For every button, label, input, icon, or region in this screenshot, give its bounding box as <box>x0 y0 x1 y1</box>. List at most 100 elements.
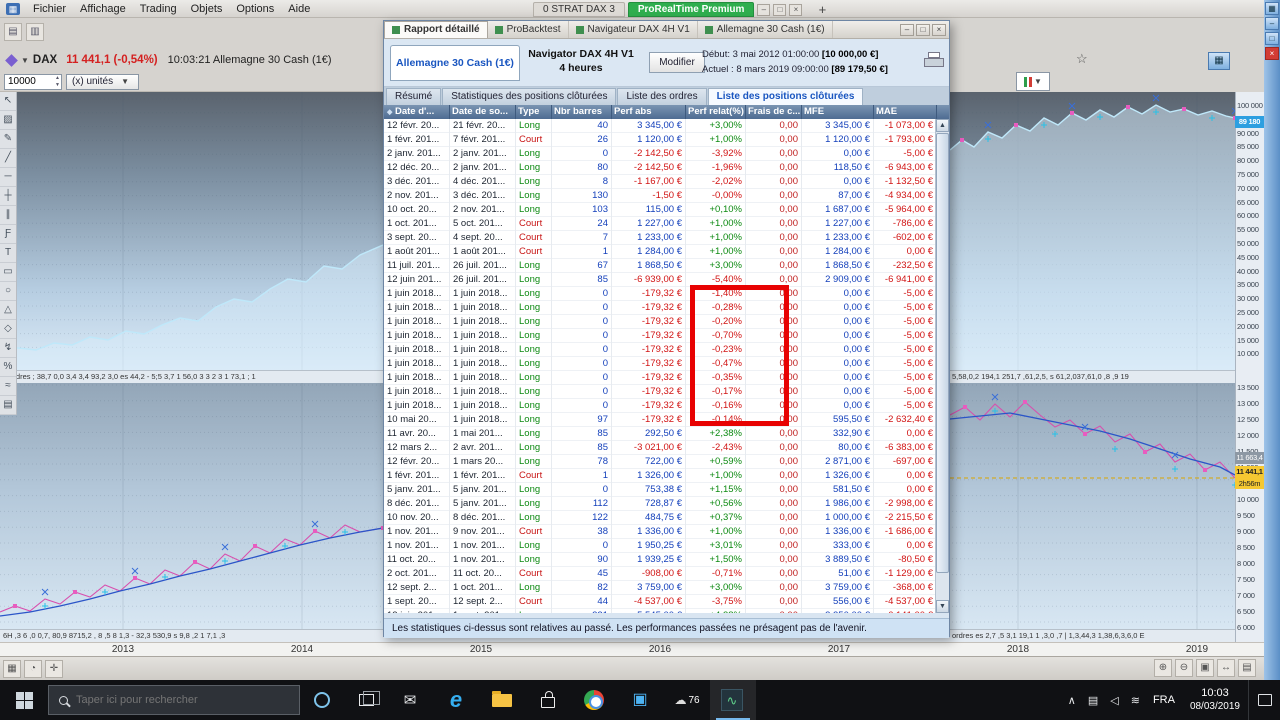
column-header[interactable]: Date d'... <box>384 105 450 119</box>
tray-icon[interactable]: ▤ <box>1082 694 1104 707</box>
table-header[interactable]: ◆ Date d'... Date de so... Type Nbr barres P… <box>384 105 949 119</box>
table-row[interactable]: 12 mars 2... 2 avr. 201... Long 85 -3 02… <box>384 441 937 455</box>
drawing-tool-icon[interactable]: ╱ <box>0 149 16 168</box>
tray-icon[interactable]: ≋ <box>1125 694 1146 707</box>
unit-select[interactable]: (x) unités ▼ <box>66 73 140 90</box>
table-row[interactable]: 1 févr. 201... 7 févr. 201... Court 26 1… <box>384 133 937 147</box>
dialog-title-tab[interactable]: Rapport détaillé <box>384 21 488 38</box>
table-scrollbar[interactable]: ▲ ▼ <box>935 119 949 613</box>
task-view-button[interactable] <box>344 680 388 720</box>
table-row[interactable]: 3 sept. 20... 4 sept. 20... Court 7 1 23… <box>384 231 937 245</box>
window-control-button[interactable]: ▦ <box>1265 2 1279 15</box>
scrollbar-thumb[interactable] <box>936 133 949 573</box>
report-tab[interactable]: Résumé <box>386 88 442 105</box>
table-row[interactable]: 1 févr. 201... 1 févr. 201... Court 1 1 … <box>384 469 937 483</box>
scroll-up-button[interactable]: ▲ <box>936 119 949 132</box>
table-row[interactable]: 5 janv. 201... 5 janv. 201... Long 0 753… <box>384 483 937 497</box>
table-row[interactable]: 1 nov. 201... 1 nov. 201... Long 0 1 950… <box>384 539 937 553</box>
table-row[interactable]: 10 mai 20... 1 juin 2018... Long 97 -179… <box>384 413 937 427</box>
drawing-tool-icon[interactable]: ┼ <box>0 187 16 206</box>
taskbar-app-icon[interactable]: ∿ <box>710 680 756 720</box>
instrument-symbol[interactable]: DAX <box>33 54 57 66</box>
language-indicator[interactable]: FRA <box>1146 694 1182 706</box>
column-header[interactable]: MAE <box>874 105 937 119</box>
instrument-tab[interactable]: Allemagne 30 Cash (1€) <box>390 45 520 81</box>
table-row[interactable]: 1 nov. 201... 9 nov. 201... Court 38 1 3… <box>384 525 937 539</box>
menu-item[interactable]: Fichier <box>26 3 73 15</box>
favorite-star-icon[interactable]: ☆ <box>1076 51 1088 67</box>
table-row[interactable]: 2 janv. 201... 2 janv. 201... Long 0 -2 … <box>384 147 937 161</box>
table-row[interactable]: 3 déc. 201... 4 déc. 201... Long 8 -1 16… <box>384 175 937 189</box>
report-tab[interactable]: Statistiques des positions clôturées <box>442 88 617 105</box>
search-input[interactable] <box>76 694 276 706</box>
taskbar-app-icon[interactable] <box>480 680 526 720</box>
app-icon[interactable]: ▦ <box>6 2 20 15</box>
dialog-titlebar[interactable]: Rapport détaillé ProBacktest Navigateur … <box>384 21 949 39</box>
workspace-tab-inactive[interactable]: 0 STRAT DAX 3 <box>533 2 625 17</box>
table-row[interactable]: 11 juil. 201... 26 juil. 201... Long 67 … <box>384 259 937 273</box>
time-axis[interactable]: 2013 2014 2015 2016 2017 2018 2019 <box>0 642 1264 656</box>
drawing-tool-icon[interactable]: ▭ <box>0 263 16 282</box>
table-row[interactable]: 12 févr. 20... 21 févr. 20... Long 40 3 … <box>384 119 937 133</box>
dialog-window-button[interactable]: □ <box>916 23 930 36</box>
scroll-down-button[interactable]: ▼ <box>936 600 949 613</box>
table-row[interactable]: 1 juin 2018... 1 juin 2018... Long 0 -17… <box>384 301 937 315</box>
drawing-tool-icon[interactable]: ▨ <box>0 111 16 130</box>
zoom-icon[interactable]: ⊕ <box>1154 659 1172 677</box>
column-header[interactable]: Perf abs <box>612 105 686 119</box>
taskbar-app-icon[interactable] <box>572 680 618 720</box>
tray-icon[interactable]: ∧ <box>1062 694 1082 707</box>
taskbar-app-icon[interactable]: ▣ <box>618 680 664 720</box>
zoom-icon[interactable]: ▤ <box>1238 659 1256 677</box>
bottom-toolbar-icon[interactable]: ▦ <box>3 659 21 678</box>
table-row[interactable]: 1 août 201... 1 août 201... Court 1 1 28… <box>384 245 937 259</box>
window-control-button[interactable]: □ <box>1265 32 1279 45</box>
action-center-button[interactable] <box>1248 680 1280 720</box>
bottom-toolbar-icon[interactable]: ◔ <box>24 659 42 678</box>
drawing-tool-icon[interactable]: ○ <box>0 282 16 301</box>
add-tab-button[interactable]: + <box>814 2 830 17</box>
table-row[interactable]: 12 sept. 2... 1 oct. 201... Long 82 3 75… <box>384 581 937 595</box>
taskbar-search[interactable] <box>48 685 300 715</box>
table-row[interactable]: 2 nov. 201... 3 déc. 201... Long 130 -1,… <box>384 189 937 203</box>
dialog-window-button[interactable]: × <box>932 23 946 36</box>
table-row[interactable]: 1 juin 2018... 1 juin 2018... Long 0 -17… <box>384 385 937 399</box>
drawing-tool-icon[interactable]: ◇ <box>0 320 16 339</box>
zoom-icon[interactable]: ↔ <box>1217 659 1235 677</box>
taskbar-app-icon[interactable]: ✉ <box>388 680 434 720</box>
tab-restore-button[interactable]: □ <box>773 3 787 16</box>
zoom-icon[interactable]: ⊖ <box>1175 659 1193 677</box>
table-row[interactable]: 11 oct. 20... 1 nov. 201... Long 90 1 93… <box>384 553 937 567</box>
table-row[interactable]: 1 juin 2018... 1 juin 2018... Long 0 -17… <box>384 399 937 413</box>
dialog-title-tab[interactable]: Allemagne 30 Cash (1€) <box>698 21 833 38</box>
table-row[interactable]: 10 nov. 20... 8 déc. 201... Long 122 484… <box>384 511 937 525</box>
menu-item[interactable]: Objets <box>184 3 230 15</box>
dialog-title-tab[interactable]: Navigateur DAX 4H V1 <box>569 21 698 38</box>
tab-minimize-button[interactable]: – <box>757 3 771 16</box>
drawing-tool-icon[interactable]: T <box>0 244 16 263</box>
table-row[interactable]: 1 juin 2018... 1 juin 2018... Long 0 -17… <box>384 357 937 371</box>
drawing-tool-icon[interactable]: △ <box>0 301 16 320</box>
table-row[interactable]: 1 oct. 201... 5 oct. 201... Court 24 1 2… <box>384 217 937 231</box>
menu-item[interactable]: Aide <box>281 3 317 15</box>
quantity-input[interactable] <box>4 73 62 90</box>
table-row[interactable]: 1 juin 2018... 1 juin 2018... Long 0 -17… <box>384 287 937 301</box>
column-header[interactable]: Frais de c... <box>746 105 802 119</box>
bottom-toolbar-icon[interactable]: ✛ <box>45 659 63 678</box>
chart-type-button[interactable]: ▼ <box>1016 72 1050 91</box>
table-row[interactable]: 1 sept. 20... 12 sept. 2... Court 44 -4 … <box>384 595 937 609</box>
table-row[interactable]: 2 oct. 201... 11 oct. 20... Court 45 -90… <box>384 567 937 581</box>
drawing-tool-icon[interactable]: ─ <box>0 168 16 187</box>
tray-icon[interactable]: ◁ <box>1104 694 1124 707</box>
column-header[interactable]: Perf relat(%) <box>686 105 746 119</box>
column-header[interactable]: Nbr barres <box>552 105 612 119</box>
report-tab[interactable]: Liste des positions clôturées <box>707 88 864 105</box>
workspace-icon[interactable]: ▤ <box>4 23 22 41</box>
table-row[interactable]: 1 juin 2018... 1 juin 2018... Long 0 -17… <box>384 343 937 357</box>
print-icon[interactable] <box>924 52 944 70</box>
column-header[interactable]: Type <box>516 105 552 119</box>
chevron-down-icon[interactable]: ▼ <box>21 56 29 65</box>
taskbar-app-icon[interactable]: e <box>434 680 480 720</box>
table-row[interactable]: 12 déc. 20... 2 janv. 201... Long 80 -2 … <box>384 161 937 175</box>
alerts-icon[interactable]: ▥ <box>26 23 44 41</box>
